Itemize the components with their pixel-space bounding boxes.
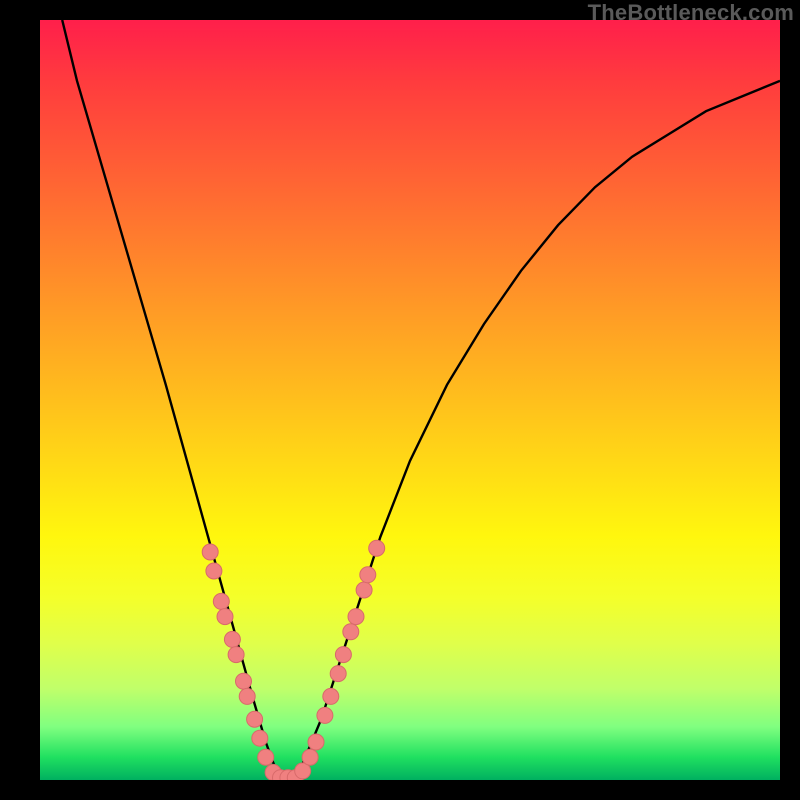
chart-frame: TheBottleneck.com	[0, 0, 800, 800]
data-marker	[247, 711, 263, 727]
data-marker	[335, 647, 351, 663]
data-marker	[236, 673, 252, 689]
data-marker	[206, 563, 222, 579]
data-marker	[348, 609, 364, 625]
data-marker	[360, 567, 376, 583]
data-marker	[239, 688, 255, 704]
data-marker	[302, 749, 318, 765]
data-marker	[317, 707, 333, 723]
data-marker	[330, 666, 346, 682]
data-marker	[258, 749, 274, 765]
data-marker	[369, 540, 385, 556]
data-marker	[224, 631, 240, 647]
data-marker	[356, 582, 372, 598]
data-marker	[343, 624, 359, 640]
plot-area	[40, 20, 780, 780]
data-marker	[323, 688, 339, 704]
watermark-text: TheBottleneck.com	[588, 0, 794, 26]
marker-group	[202, 540, 385, 780]
chart-svg	[40, 20, 780, 780]
data-marker	[202, 544, 218, 560]
bottleneck-curve	[62, 20, 780, 780]
data-marker	[228, 647, 244, 663]
data-marker	[252, 730, 268, 746]
data-marker	[308, 734, 324, 750]
data-marker	[217, 609, 233, 625]
data-marker	[213, 593, 229, 609]
